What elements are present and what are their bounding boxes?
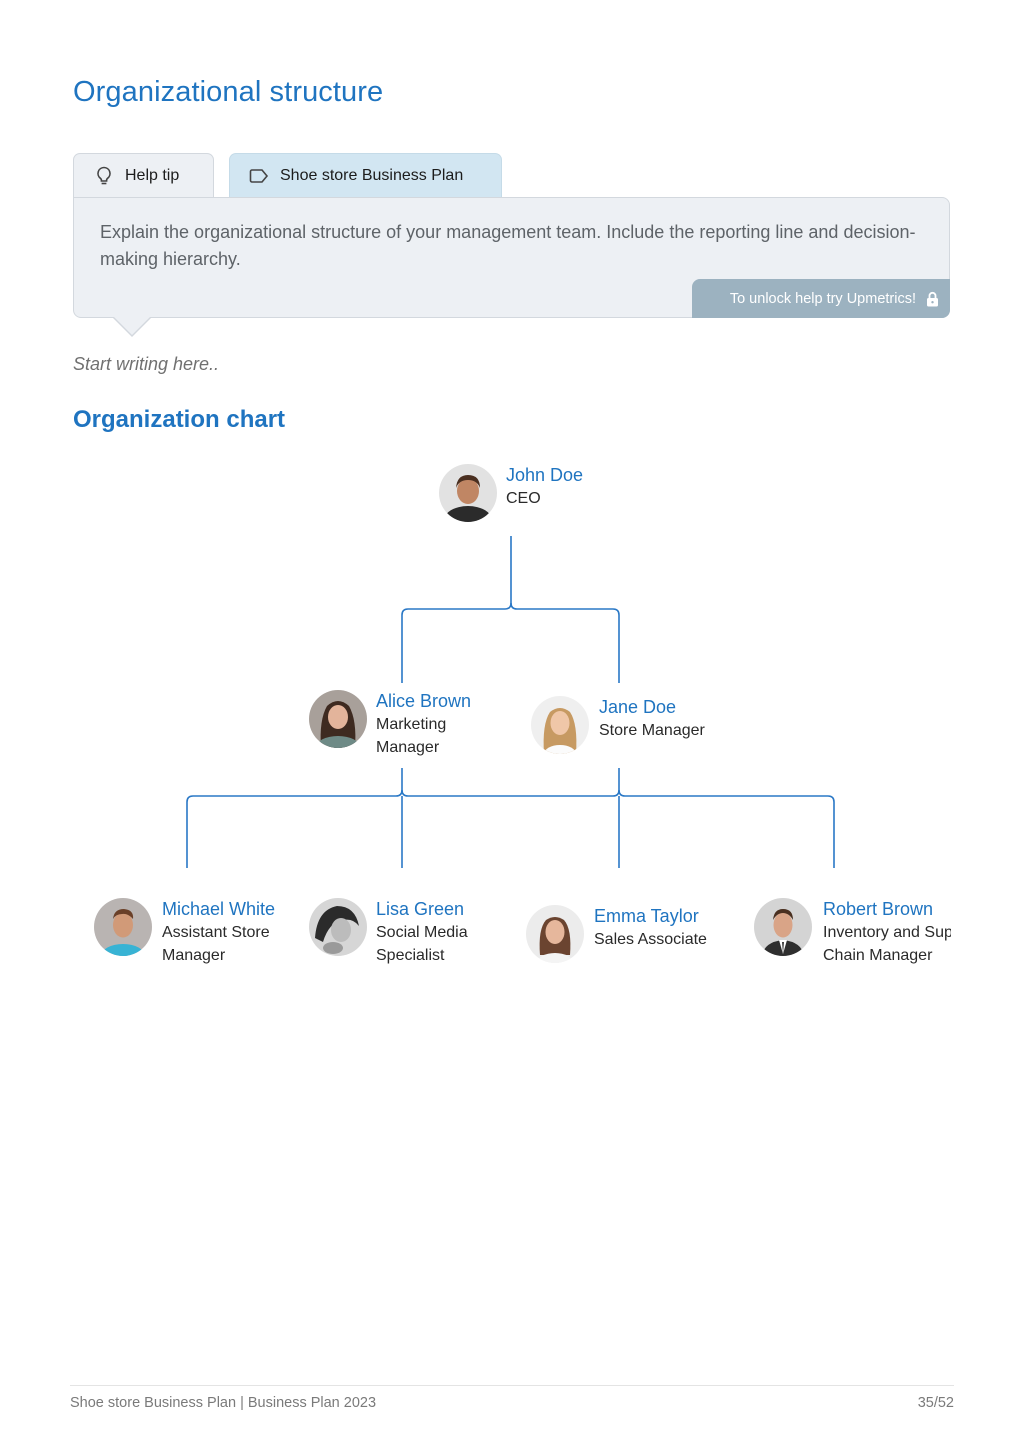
staff-name: Michael White — [162, 899, 276, 919]
connector-staff-bar-right — [618, 789, 835, 868]
jane-doe-avatar — [531, 696, 589, 754]
tab-help-tip[interactable]: Help tip — [73, 153, 214, 197]
help-pointer-fill — [113, 316, 151, 335]
manager-name: Alice Brown — [376, 691, 472, 711]
lisa-green-avatar — [309, 898, 367, 956]
michael-white-avatar — [94, 898, 152, 956]
footer-divider — [70, 1385, 954, 1386]
emma-taylor-avatar — [526, 905, 584, 963]
org-node-staff[interactable]: Lisa Green Social Media Specialist — [309, 898, 476, 967]
connector-ceo-right — [510, 602, 620, 683]
page-title: Organizational structure — [73, 76, 384, 108]
ceo-name: John Doe — [506, 465, 584, 485]
help-tip-text: Explain the organizational structure of … — [100, 222, 916, 269]
unlock-help-button[interactable]: To unlock help try Upmetrics! — [692, 279, 950, 318]
org-node-staff[interactable]: Michael White Assistant Store Manager — [94, 898, 282, 967]
org-chart-title: Organization chart — [73, 406, 286, 433]
help-tip-panel: Explain the organizational structure of … — [73, 197, 950, 318]
tag-icon — [249, 166, 269, 186]
unlock-help-label: To unlock help try Upmetrics! — [729, 290, 916, 307]
lock-icon — [926, 291, 939, 307]
staff-role: Social Media Specialist — [376, 924, 468, 964]
connector-staff-bar-mid — [401, 789, 620, 797]
tab-help-tip-label: Help tip — [125, 166, 180, 184]
connector-staff-bar-left — [186, 789, 403, 868]
tab-business-plan-label: Shoe store Business Plan — [280, 166, 464, 184]
staff-role: Sales Associate — [594, 931, 707, 948]
footer-page-number: 35/52 — [917, 1395, 954, 1411]
staff-role: Assistant Store Manager — [162, 924, 270, 964]
john-doe-avatar — [439, 464, 497, 522]
connector-ceo-trunk — [401, 536, 512, 683]
org-node-ceo[interactable]: John Doe CEO — [439, 464, 583, 522]
staff-name: Robert Brown — [823, 899, 934, 919]
org-node-manager[interactable]: Jane Doe Store Manager — [531, 696, 705, 754]
editor-placeholder[interactable]: Start writing here.. — [73, 354, 219, 375]
staff-role: Inventory and Supply Chain Manager — [823, 924, 951, 964]
manager-role: Marketing Manager — [376, 716, 447, 756]
footer-document-title: Shoe store Business Plan | Business Plan… — [70, 1395, 377, 1411]
lightbulb-icon — [94, 166, 114, 186]
robert-brown-avatar — [754, 898, 812, 956]
ceo-role: CEO — [506, 490, 541, 507]
org-node-staff[interactable]: Robert Brown Inventory and Supply Chain … — [754, 898, 951, 967]
org-node-staff[interactable]: Emma Taylor Sales Associate — [526, 905, 707, 963]
tab-business-plan[interactable]: Shoe store Business Plan — [229, 153, 502, 197]
alice-brown-avatar — [309, 690, 367, 748]
staff-name: Lisa Green — [376, 899, 465, 919]
manager-name: Jane Doe — [599, 697, 677, 717]
manager-role: Store Manager — [599, 722, 705, 739]
staff-name: Emma Taylor — [594, 906, 699, 926]
org-node-manager[interactable]: Alice Brown Marketing Manager — [309, 690, 471, 759]
